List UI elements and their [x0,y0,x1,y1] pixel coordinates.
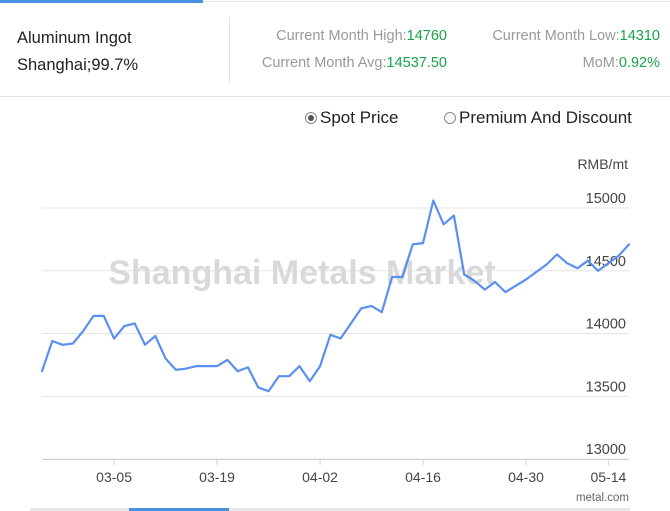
stat-avg-value: 14537.50 [386,55,447,71]
chart-watermark: Shanghai Metals Market [108,254,495,292]
stat-high-value: 14760 [406,28,447,44]
stat-high-label: Current Month High: [276,28,407,44]
y-tick-label: 15000 [586,191,626,207]
y-axis-unit-label: RMB/mt [577,156,628,172]
info-divider [229,17,230,83]
option-premium-discount[interactable]: Premium And Discount [444,108,632,128]
x-tick-label: 04-02 [302,469,338,485]
price-info-panel: Aluminum Ingot Shanghai;99.7% Current Mo… [0,3,670,97]
spot-price-label[interactable]: Spot Price [320,108,398,128]
stat-low-label: Current Month Low: [492,28,620,44]
stat-mom-value: 0.92% [618,55,660,71]
product-info: Aluminum Ingot Shanghai;99.7% [17,25,138,79]
x-axis: 03-05 03-19 04-02 04-16 04-30 05-14 [42,459,629,485]
stat-month-avg: Current Month Avg:14537.50 [262,55,447,71]
chart-grid [42,207,629,460]
y-axis-ticks: 13000 13500 14000 14500 15000 [586,191,626,458]
premium-discount-label[interactable]: Premium And Discount [459,108,632,128]
stat-mom-label: MoM: [582,55,619,71]
series-line [40,199,631,393]
option-spot-price[interactable]: Spot Price [305,108,398,128]
stat-month-high: Current Month High:14760 [276,28,447,44]
x-tick-label: 05-14 [590,469,626,485]
spot-price-radio-icon[interactable] [305,112,317,124]
product-spec: Shanghai;99.7% [17,56,139,74]
x-tick-label: 04-30 [508,469,544,485]
top-divider [203,1,670,2]
y-tick-label: 14500 [586,254,626,270]
price-chart: Shanghai Metals Market 13000 13500 14000 14… [40,156,631,504]
stat-avg-label: Current Month Avg: [261,55,387,71]
x-tick-label: 04-16 [405,469,441,485]
stat-low-value: 14310 [619,28,660,44]
y-tick-label: 14000 [586,317,626,333]
premium-discount-radio-icon[interactable] [444,112,456,124]
stat-month-low: Current Month Low:14310 [492,28,660,44]
product-name: Aluminum Ingot [17,29,132,47]
x-tick-label: 03-05 [96,469,132,485]
x-tick-label: 03-19 [199,469,235,485]
y-tick-label: 13000 [586,442,626,458]
stat-mom: MoM:0.92% [583,55,660,71]
y-tick-label: 13500 [586,379,626,395]
source-credit: metal.com [576,492,629,504]
